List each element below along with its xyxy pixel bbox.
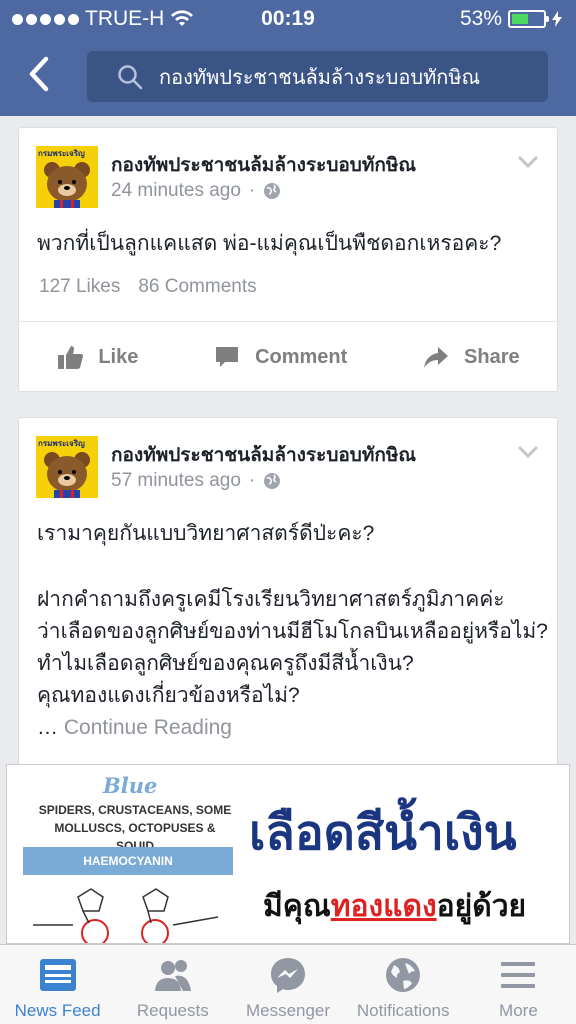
search-query: กองทัพประชาชนล้มล้างระบอบทักษิณ (159, 66, 481, 89)
chevron-left-icon (29, 56, 49, 92)
navigation-bar: กองทัพประชาชนล้มล้างระบอบทักษิณ (0, 40, 576, 116)
post-stats: 127 Likes 86 Comments (39, 276, 257, 298)
likes-count[interactable]: 127 Likes (39, 276, 120, 298)
avatar-tag: กรมพระเจริญ (38, 149, 85, 158)
status-bar: TRUE-H 00:19 53% (0, 0, 576, 40)
more-icon (501, 962, 536, 988)
thumbs-up-icon (58, 346, 84, 369)
back-button[interactable] (22, 54, 58, 94)
like-button[interactable]: Like (56, 343, 138, 371)
post-text: ฝากคำถามถึงครูเคมีโรงเรียนวิทยาศาสตร์ภูม… (37, 588, 505, 611)
ellipsis: … (37, 716, 58, 739)
comments-count[interactable]: 86 Comments (138, 276, 256, 298)
continue-reading-link[interactable]: Continue Reading (64, 716, 232, 739)
comment-label: Comment (255, 345, 348, 368)
news-feed-icon (39, 959, 76, 991)
avatar[interactable]: กรมพระเจริญ (36, 146, 98, 208)
tab-label: News Feed (14, 1001, 101, 1020)
post-text: คุณทองแดงเกี่ยวข้องหรือไม่? (37, 684, 300, 707)
post-actions: Like Comment Share (19, 322, 557, 392)
post-meta: 24 minutes ago · (111, 180, 281, 202)
post-author[interactable]: กองทัพประชาชนล้มล้างระบอบทักษิณ (111, 440, 416, 470)
separator-dot: · (248, 180, 256, 201)
tab-label: Messenger (245, 1001, 331, 1020)
post-text: เรามาคุยกันแบบวิทยาศาสตร์ดีป่ะคะ? (37, 522, 375, 545)
battery-percent: 53% (459, 7, 502, 30)
chevron-down-icon[interactable] (517, 155, 539, 169)
post-text: ทำไมเลือดลูกศิษย์ของคุณครูถึงมีสีน้ำเงิน… (37, 652, 414, 675)
tab-bar: News Feed Requests Messenger Notificatio… (0, 944, 576, 1024)
charging-bolt-icon (552, 11, 562, 27)
battery-fill (512, 14, 528, 24)
image-sub-highlight: ทองแดง (330, 890, 437, 923)
tab-label: Notifications (356, 1001, 450, 1020)
post-image[interactable]: Blue SPIDERS, CRUSTACEANS, SOME MOLLUSCS… (6, 764, 570, 944)
comment-icon (216, 347, 239, 367)
comment-button[interactable]: Comment (213, 343, 347, 371)
avatar-tag: กรมพระเจริญ (38, 439, 85, 448)
tab-requests[interactable]: Requests (115, 945, 230, 1024)
globe-icon (264, 183, 281, 199)
post-text: พวกที่เป็นลูกแคแสด พ่อ-แม่คุณเป็นพืชดอกเ… (37, 232, 502, 255)
continue-reading[interactable]: … Continue Reading (37, 712, 232, 743)
image-sub-suffix: อยู่ด้วย (436, 890, 527, 923)
tab-label: Requests (136, 1001, 209, 1020)
image-subheadline: มีคุณทองแดงอยู่ด้วย (263, 883, 526, 930)
post-time[interactable]: 24 minutes ago (111, 180, 241, 202)
image-headline: เลือดสีน้ำเงิน (249, 807, 517, 860)
post-card: กรมพระเจริญ กองทัพประชาชนล้มล้างระบอบทัก… (18, 127, 558, 392)
image-sub-prefix: มีคุณ (263, 890, 331, 923)
haemocyanin-label: HAEMOCYANIN (23, 847, 233, 875)
like-label: Like (98, 345, 139, 368)
chevron-down-icon[interactable] (517, 445, 539, 459)
battery-status: 53% (460, 7, 562, 31)
tab-more[interactable]: More (461, 945, 576, 1024)
search-bar[interactable]: กองทัพประชาชนล้มล้างระบอบทักษิณ (87, 51, 548, 102)
notifications-icon (386, 958, 421, 992)
molecule-diagram-icon (33, 888, 219, 943)
tab-notifications[interactable]: Notifications (346, 945, 461, 1024)
post-text: ว่าเลือดของลูกศิษย์ของท่านมีฮีโมโกลบินเห… (37, 620, 548, 643)
share-button[interactable]: Share (422, 343, 520, 371)
battery-icon (508, 10, 549, 28)
share-icon (424, 347, 449, 368)
tab-label: More (499, 1001, 538, 1020)
post-time[interactable]: 57 minutes ago (111, 470, 241, 492)
avatar[interactable]: กรมพระเจริญ (36, 436, 98, 498)
post-meta: 57 minutes ago · (111, 470, 281, 492)
tab-messenger[interactable]: Messenger (230, 945, 345, 1024)
requests-icon (154, 960, 191, 991)
messenger-icon (271, 958, 305, 993)
share-label: Share (464, 345, 520, 368)
image-subtitle-line: SPIDERS, CRUSTACEANS, SOME (38, 803, 232, 817)
search-icon (118, 64, 143, 89)
globe-icon (264, 473, 281, 489)
image-title: Blue (103, 773, 158, 798)
tab-news-feed[interactable]: News Feed (0, 945, 115, 1024)
post-author[interactable]: กองทัพประชาชนล้มล้างระบอบทักษิณ (111, 150, 416, 180)
separator-dot: · (248, 470, 256, 491)
